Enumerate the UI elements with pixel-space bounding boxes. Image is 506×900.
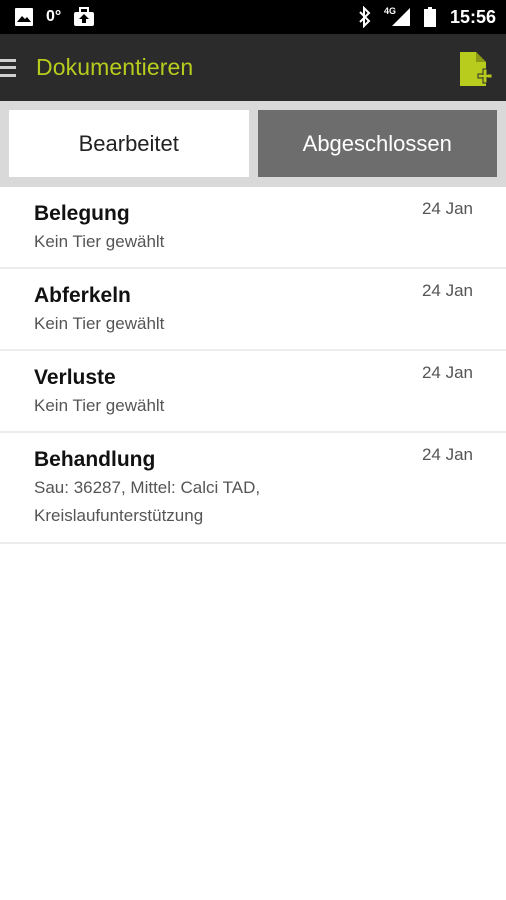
item-title: Abferkeln [34, 284, 131, 307]
app-screen: 0° 4G 15:56 Dokumentieren Bearbeitet Abg… [0, 0, 506, 900]
item-date: 24 Jan [421, 363, 473, 382]
tab-abgeschlossen[interactable]: Abgeschlossen [257, 110, 497, 177]
document-add-icon [460, 52, 493, 86]
app-bar: Dokumentieren [0, 34, 506, 101]
item-subtitle: Kein Tier gewählt [34, 232, 165, 251]
item-date: 24 Jan [421, 281, 473, 300]
status-left: 0° [14, 7, 95, 27]
battery-icon [423, 7, 436, 27]
temperature-text: 0° [46, 8, 62, 25]
briefcase-upload-icon [73, 7, 95, 27]
tab-bar: Bearbeitet Abgeschlossen [0, 101, 506, 187]
signal-icon: 4G [383, 6, 412, 27]
tab-bearbeitet[interactable]: Bearbeitet [9, 110, 249, 177]
item-subtitle: Sau: 36287, Mittel: Calci TAD, Kreislauf… [34, 478, 261, 525]
item-subtitle: Kein Tier gewählt [34, 396, 165, 415]
document-list: Belegung Kein Tier gewählt 24 Jan Abferk… [0, 187, 506, 544]
list-item[interactable]: Verluste Kein Tier gewählt 24 Jan [0, 351, 506, 433]
network-type-text: 4G [383, 6, 396, 16]
clock-text: 15:56 [449, 6, 496, 27]
page-title: Dokumentieren [36, 54, 194, 80]
menu-icon[interactable] [0, 58, 16, 77]
status-bar: 0° 4G 15:56 [0, 0, 506, 34]
list-item[interactable]: Behandlung Sau: 36287, Mittel: Calci TAD… [0, 433, 506, 544]
list-item[interactable]: Belegung Kein Tier gewählt 24 Jan [0, 187, 506, 269]
item-date: 24 Jan [421, 445, 473, 464]
status-right: 4G 15:56 [358, 6, 496, 28]
list-item[interactable]: Abferkeln Kein Tier gewählt 24 Jan [0, 269, 506, 351]
item-title: Behandlung [34, 448, 156, 471]
new-document-button[interactable] [458, 50, 493, 90]
bluetooth-icon [358, 6, 372, 28]
image-icon [14, 7, 34, 27]
item-date: 24 Jan [421, 199, 473, 218]
item-subtitle: Kein Tier gewählt [34, 314, 165, 333]
item-title: Verluste [34, 366, 116, 389]
item-title: Belegung [34, 202, 130, 225]
